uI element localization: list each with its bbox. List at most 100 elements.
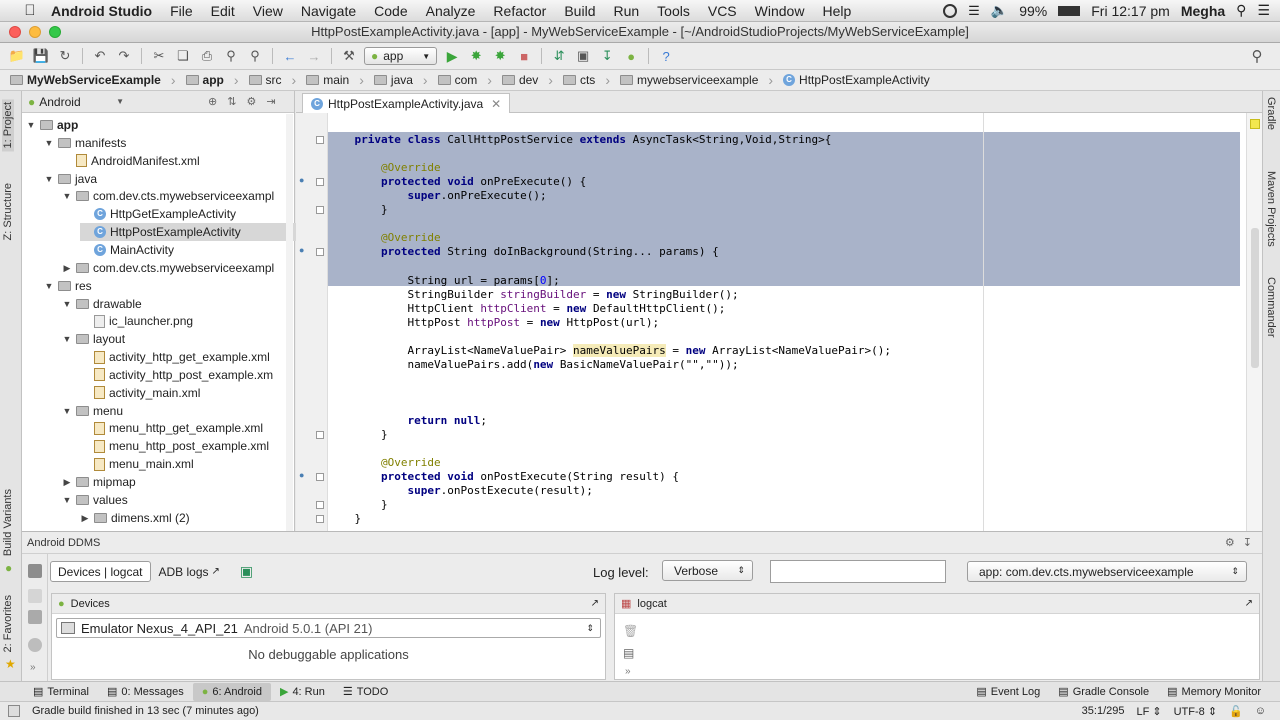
menu-app-name[interactable]: Android Studio <box>42 3 161 19</box>
system-info-icon[interactable] <box>28 589 42 603</box>
override-marker-icon[interactable]: ● <box>299 245 304 255</box>
hide-panel-icon[interactable]: ⇥ <box>266 95 275 108</box>
undo-icon[interactable]: ↶ <box>91 47 109 65</box>
breadcrumb-java[interactable]: java <box>373 72 438 88</box>
scroll-from-source-icon[interactable]: ⊕ <box>208 95 217 108</box>
code-editor[interactable]: private class CallHttpPostService extend… <box>328 113 1246 531</box>
tree-item[interactable]: ▼ java <box>44 170 97 188</box>
stop-icon[interactable]: ■ <box>515 47 533 65</box>
editor-tab-active[interactable]: C HttpPostExampleActivity.java ✕ <box>302 93 511 113</box>
app-filter-select[interactable]: app: com.dev.cts.mywebserviceexample ⇕ <box>967 561 1247 582</box>
tree-item[interactable]: ▶ dimens.xml (2) <box>80 509 190 527</box>
tree-item[interactable]: activity_main.xml <box>80 384 200 402</box>
commander-tool-tab[interactable]: Commander <box>1265 277 1277 338</box>
cut-icon[interactable]: ✂ <box>150 47 168 65</box>
zoom-window-button[interactable] <box>49 26 61 38</box>
copy-icon[interactable]: ❏ <box>174 47 192 65</box>
wifi-icon[interactable]: ☰ <box>968 3 980 19</box>
close-window-button[interactable] <box>9 26 21 38</box>
sdk-manager-icon[interactable]: ↧ <box>598 47 616 65</box>
battery-icon[interactable] <box>1058 5 1081 16</box>
user-name[interactable]: Megha <box>1181 3 1225 19</box>
forward-icon[interactable]: → <box>305 47 323 65</box>
tree-item[interactable]: ic_launcher.png <box>80 312 193 330</box>
volume-icon[interactable]: 🔈 <box>991 2 1008 19</box>
apple-icon[interactable]:  <box>18 2 42 19</box>
close-tab-icon[interactable]: ✕ <box>491 97 501 111</box>
back-icon[interactable]: ← <box>281 47 299 65</box>
expanded-arrow-icon[interactable]: ▼ <box>44 134 54 152</box>
run-tool-button[interactable]: ▶ 4: Run <box>271 683 334 701</box>
spotlight-search-icon[interactable]: ⚲ <box>1236 2 1246 19</box>
tree-item[interactable]: activity_http_post_example.xm <box>80 366 273 384</box>
breadcrumb-dev[interactable]: dev <box>501 72 563 88</box>
expanded-arrow-icon[interactable]: ▼ <box>44 170 54 188</box>
gradle-console-tool-button[interactable]: ▤ Gradle Console <box>1049 683 1158 701</box>
find-icon[interactable]: ⚲ <box>222 47 240 65</box>
collapse-all-icon[interactable]: ⇅ <box>227 95 236 108</box>
fold-marker-icon[interactable] <box>316 178 324 187</box>
redo-icon[interactable]: ↷ <box>115 47 133 65</box>
collapsed-arrow-icon[interactable]: ▶ <box>80 509 90 527</box>
minimize-window-button[interactable] <box>29 26 41 38</box>
expand-icon[interactable]: » <box>30 662 36 673</box>
breadcrumb-main[interactable]: main <box>306 72 374 88</box>
breadcrumb-package[interactable]: mywebserviceexample <box>619 72 783 88</box>
menu-analyze[interactable]: Analyze <box>417 3 485 19</box>
expanded-arrow-icon[interactable]: ▼ <box>62 402 72 420</box>
pin-icon[interactable]: ↗ <box>591 598 599 609</box>
fold-marker-icon[interactable] <box>316 515 324 524</box>
layout-inspector-icon[interactable] <box>28 610 42 624</box>
android-tool-button[interactable]: ● 6: Android <box>192 682 271 701</box>
tree-item[interactable]: ▶ mipmap <box>62 473 136 491</box>
help-icon[interactable]: ? <box>657 47 675 65</box>
avd-manager-icon[interactable]: ▣ <box>574 47 592 65</box>
override-marker-icon[interactable]: ● <box>299 175 304 185</box>
terminal-tool-button[interactable]: ▤ Terminal <box>24 683 98 701</box>
menu-build[interactable]: Build <box>555 3 604 19</box>
breadcrumb-src[interactable]: src <box>248 72 307 88</box>
breadcrumb-app[interactable]: app <box>185 72 249 88</box>
expanded-arrow-icon[interactable]: ▼ <box>44 277 54 295</box>
screen-capture-icon[interactable] <box>28 564 42 578</box>
menu-vcs[interactable]: VCS <box>699 3 746 19</box>
menu-window[interactable]: Window <box>746 3 814 19</box>
paste-icon[interactable]: ⎙ <box>198 47 216 65</box>
tab-adb-logs[interactable]: ADB logs ↗ <box>159 565 220 579</box>
structure-tool-tab[interactable]: Z: Structure <box>2 183 14 240</box>
editor-gutter[interactable]: ● ● ● <box>296 113 328 531</box>
pin-icon[interactable]: ↗ <box>1245 598 1253 609</box>
gradle-tool-tab[interactable]: Gradle <box>1265 97 1277 130</box>
expanded-arrow-icon[interactable]: ▼ <box>62 330 72 348</box>
tree-item[interactable]: ▶ com.dev.cts.mywebserviceexampl <box>62 259 275 277</box>
run-icon[interactable]: ▶ <box>443 47 461 65</box>
collapsed-arrow-icon[interactable]: ▶ <box>62 259 72 277</box>
editor-scrollbar[interactable] <box>1246 113 1262 531</box>
breadcrumb-class[interactable]: C HttpPostExampleActivity <box>783 73 950 87</box>
fold-marker-icon[interactable] <box>316 501 324 510</box>
menu-view[interactable]: View <box>244 3 292 19</box>
tree-item[interactable]: AndroidManifest.xml <box>62 152 200 170</box>
tree-item[interactable]: menu_main.xml <box>80 455 194 473</box>
menu-file[interactable]: File <box>161 3 202 19</box>
menu-navigate[interactable]: Navigate <box>292 3 365 19</box>
expanded-arrow-icon[interactable]: ▼ <box>26 116 36 134</box>
memory-monitor-tool-button[interactable]: ▤ Memory Monitor <box>1158 683 1270 701</box>
ddms-icon[interactable]: ● <box>622 47 640 65</box>
tree-item[interactable]: ▼ menu <box>62 402 124 420</box>
menu-help[interactable]: Help <box>813 3 860 19</box>
menu-refactor[interactable]: Refactor <box>484 3 555 19</box>
expand-icon[interactable]: » <box>625 666 631 677</box>
record-icon[interactable] <box>943 3 958 18</box>
device-select[interactable]: Emulator Nexus_4_API_21 Android 5.0.1 (A… <box>56 618 601 638</box>
expanded-arrow-icon[interactable]: ▼ <box>62 491 72 509</box>
menu-run[interactable]: Run <box>604 3 648 19</box>
project-view-select[interactable]: ● Android ▼ <box>28 95 124 109</box>
override-marker-icon[interactable]: ● <box>299 470 304 480</box>
logcat-search-input[interactable] <box>770 560 946 583</box>
breadcrumb-project[interactable]: MyWebServiceExample <box>10 72 186 88</box>
fold-marker-icon[interactable] <box>316 206 324 215</box>
fold-marker-icon[interactable] <box>316 473 324 482</box>
tree-item[interactable]: C MainActivity <box>80 241 174 259</box>
caret-position[interactable]: 35:1/295 <box>1082 705 1125 718</box>
